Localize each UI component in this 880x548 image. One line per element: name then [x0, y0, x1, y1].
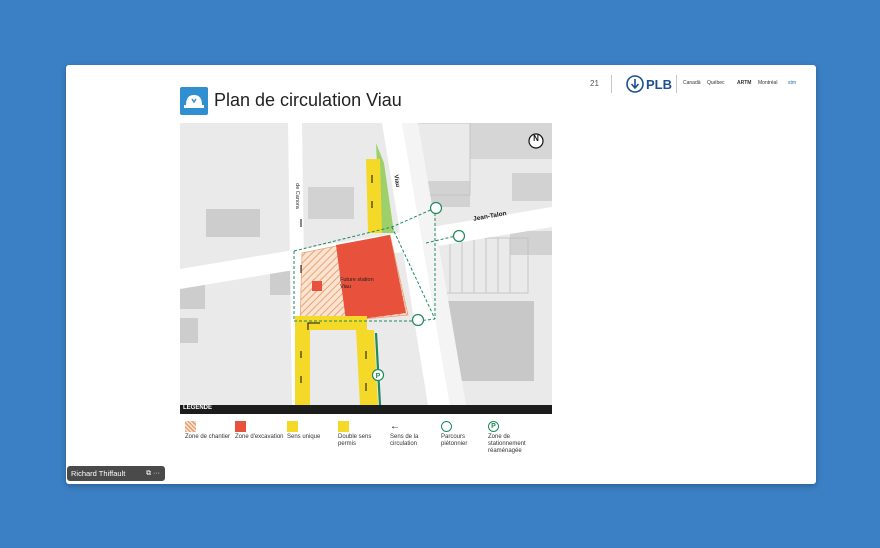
- one-way-arrow-icon: [287, 421, 298, 432]
- parking-icon: P: [488, 421, 499, 432]
- legend-item-pedestrian-route: Parcours piétonnier: [441, 421, 493, 448]
- slide-title: Plan de circulation Viau: [214, 90, 402, 110]
- pedestrian-icon: [441, 421, 452, 432]
- helmet-icon: [180, 87, 208, 115]
- station-label: Future station Viau: [340, 277, 374, 290]
- partner-logo: Canadä: [683, 80, 701, 86]
- slide: Plan de circulation Viau 21 PLB Canadä Q…: [66, 65, 816, 484]
- svg-text:P: P: [376, 373, 381, 380]
- street-label-de-canora: de Canora: [293, 183, 300, 209]
- legend-item-two-way: Double sens permis: [338, 421, 390, 448]
- arrow-left-icon: ←: [390, 421, 400, 432]
- plb-logo-icon: [626, 75, 644, 93]
- header-divider: [611, 75, 612, 93]
- legend-item-construction-zone: Zone de chantier: [185, 421, 237, 441]
- legend-item-parking-zone: P Zone de stationnement réaménagée: [488, 421, 526, 454]
- traffic-map: P Viau Jean-Talon de Canora Future stati…: [180, 123, 552, 405]
- legend-item-one-way: Sens unique: [287, 421, 339, 441]
- legend-item-traffic-direction: ← Sens de la circulation: [390, 421, 419, 447]
- two-way-arrow-icon: [338, 421, 349, 432]
- legend-header: LÉGENDE: [180, 405, 552, 414]
- north-label: N: [533, 134, 539, 143]
- logo-divider: [676, 75, 677, 93]
- partner-logo: Québec: [707, 80, 725, 86]
- excavation-zone-swatch: [235, 421, 246, 432]
- partner-logo: stm: [788, 80, 797, 86]
- construction-zone-swatch: [185, 421, 196, 432]
- more-options-icon[interactable]: ⧉ ···: [146, 466, 160, 481]
- plb-logo-text: PLB: [646, 77, 672, 92]
- legend-item-excavation-zone: Zone d'excavation: [235, 421, 287, 441]
- page-number: 21: [590, 79, 599, 88]
- partner-logo: ARTM: [737, 80, 752, 86]
- presenter-name-tag[interactable]: Richard Thiffault ⧉ ···: [67, 466, 165, 481]
- partner-logo: Montréal: [758, 80, 778, 86]
